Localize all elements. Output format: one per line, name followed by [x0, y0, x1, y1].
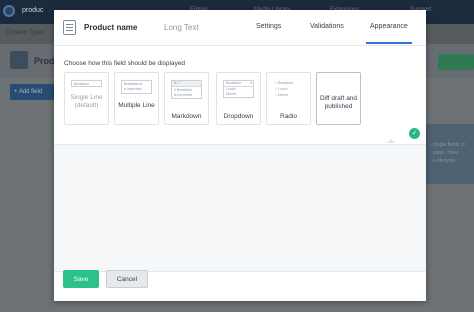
long-text-field-icon — [63, 20, 76, 35]
preview-text: Breakfast is — [124, 82, 143, 86]
appearance-option-dropdown[interactable]: ▾ Breakfast Lunch Dinner Dropdown — [216, 72, 261, 125]
dropdown-preview: ▾ Breakfast Lunch Dinner — [223, 80, 254, 98]
tab-settings[interactable]: Settings — [256, 23, 281, 30]
appearance-option-markdown[interactable]: B I "" # Breakfast is important Markdown — [164, 72, 209, 125]
side-note-line: ...e lifecycle — [429, 158, 456, 164]
appearance-prompt: Choose how this field should be displaye… — [64, 60, 186, 67]
active-tab-indicator — [366, 42, 412, 44]
app-logo-icon[interactable] — [3, 5, 15, 17]
preview-text: a important — [124, 87, 142, 91]
single-line-preview: Breakfast — [71, 80, 102, 87]
add-field-button[interactable]: + Add field — [10, 84, 54, 100]
preview-text: Dinner — [226, 92, 237, 96]
preview-text: ○ Lunch — [275, 87, 288, 91]
selected-check-icon: ✓ — [409, 128, 420, 139]
appearance-option-multiple-line[interactable]: Breakfast is a important Multiple Line — [114, 72, 159, 125]
preview-text: ○ Breakfast — [275, 81, 293, 85]
option-label: Diff draft and published — [319, 95, 358, 110]
modal-header: Product name Long Text Settings Validati… — [54, 10, 426, 46]
preview-text: Lunch — [226, 87, 236, 91]
option-label-text: Single Line — [70, 94, 103, 101]
option-label: Multiple Line — [118, 102, 155, 109]
side-note-line: ...single fields or — [429, 142, 466, 148]
option-label: Radio — [280, 113, 297, 120]
preview-text: Breakfast — [74, 82, 89, 86]
selected-option-caret — [387, 139, 395, 143]
appearance-option-diff-draft-published[interactable]: Diff draft and published — [316, 72, 361, 125]
preview-text: is important — [174, 93, 193, 97]
preview-text: ○ Dinner — [275, 93, 289, 97]
appearance-option-radio[interactable]: ○ Breakfast ○ Lunch ○ Dinner Radio — [266, 72, 311, 125]
tab-appearance[interactable]: Appearance — [370, 23, 408, 30]
option-sublabel: (default) — [74, 102, 99, 109]
appearance-option-single-line[interactable]: Breakfast Single Line (default) — [64, 72, 109, 125]
side-note-line: ...ways. Have — [429, 150, 460, 156]
cancel-button[interactable]: Cancel — [106, 270, 148, 288]
option-label: Dropdown — [223, 113, 254, 120]
save-content-type-button[interactable] — [438, 54, 474, 70]
markdown-preview: B I "" # Breakfast is important — [171, 80, 202, 99]
option-label: Single Line (default) — [65, 94, 108, 110]
breadcrumb[interactable]: Content Types — [6, 30, 45, 36]
field-name: Product name — [84, 23, 138, 32]
multiple-line-preview: Breakfast is a important — [121, 80, 152, 94]
save-button[interactable]: Save — [63, 270, 99, 288]
field-settings-modal: Product name Long Text Settings Validati… — [54, 10, 426, 301]
appearance-settings-panel — [54, 144, 426, 272]
option-label: Markdown — [171, 113, 202, 120]
space-name[interactable]: produc — [22, 7, 43, 14]
content-type-icon — [10, 51, 28, 69]
side-help-card: ...single fields or ...ways. Have ...e l… — [426, 124, 474, 184]
tab-validations[interactable]: Validations — [310, 23, 344, 30]
preview-text: # Breakfast — [174, 88, 192, 92]
preview-text: B I "" — [174, 81, 182, 85]
preview-text: Breakfast — [226, 81, 241, 85]
radio-preview: ○ Breakfast ○ Lunch ○ Dinner — [273, 80, 304, 100]
field-type: Long Text — [164, 23, 199, 32]
